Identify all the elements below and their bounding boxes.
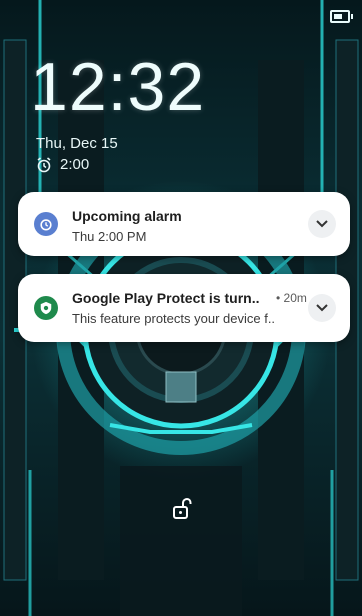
- notification-play-protect[interactable]: Google Play Protect is turn.. • 20m This…: [18, 274, 350, 342]
- shield-icon: [34, 296, 58, 320]
- alarm-clock-icon: [34, 212, 58, 236]
- chevron-down-icon[interactable]: [308, 210, 336, 238]
- notification-text: This feature protects your device f..: [72, 311, 276, 326]
- alarm-clock-icon: [37, 156, 51, 172]
- notification-title: Google Play Protect is turn..: [72, 290, 260, 306]
- next-alarm: 2:00: [36, 156, 89, 173]
- next-alarm-time: 2:00: [60, 156, 90, 173]
- lockscreen-clock: 12:32: [30, 49, 206, 125]
- unlock-icon[interactable]: [172, 497, 192, 525]
- notification-title: Upcoming alarm: [72, 208, 182, 224]
- notification-time: • 20m: [276, 291, 307, 305]
- battery-icon: [330, 10, 353, 23]
- notification-text: Thu 2:00 PM: [72, 229, 147, 244]
- chevron-down-icon[interactable]: [308, 294, 336, 322]
- lockscreen-date: Thu, Dec 15: [36, 135, 118, 152]
- notification-upcoming-alarm[interactable]: Upcoming alarm Thu 2:00 PM: [18, 192, 350, 256]
